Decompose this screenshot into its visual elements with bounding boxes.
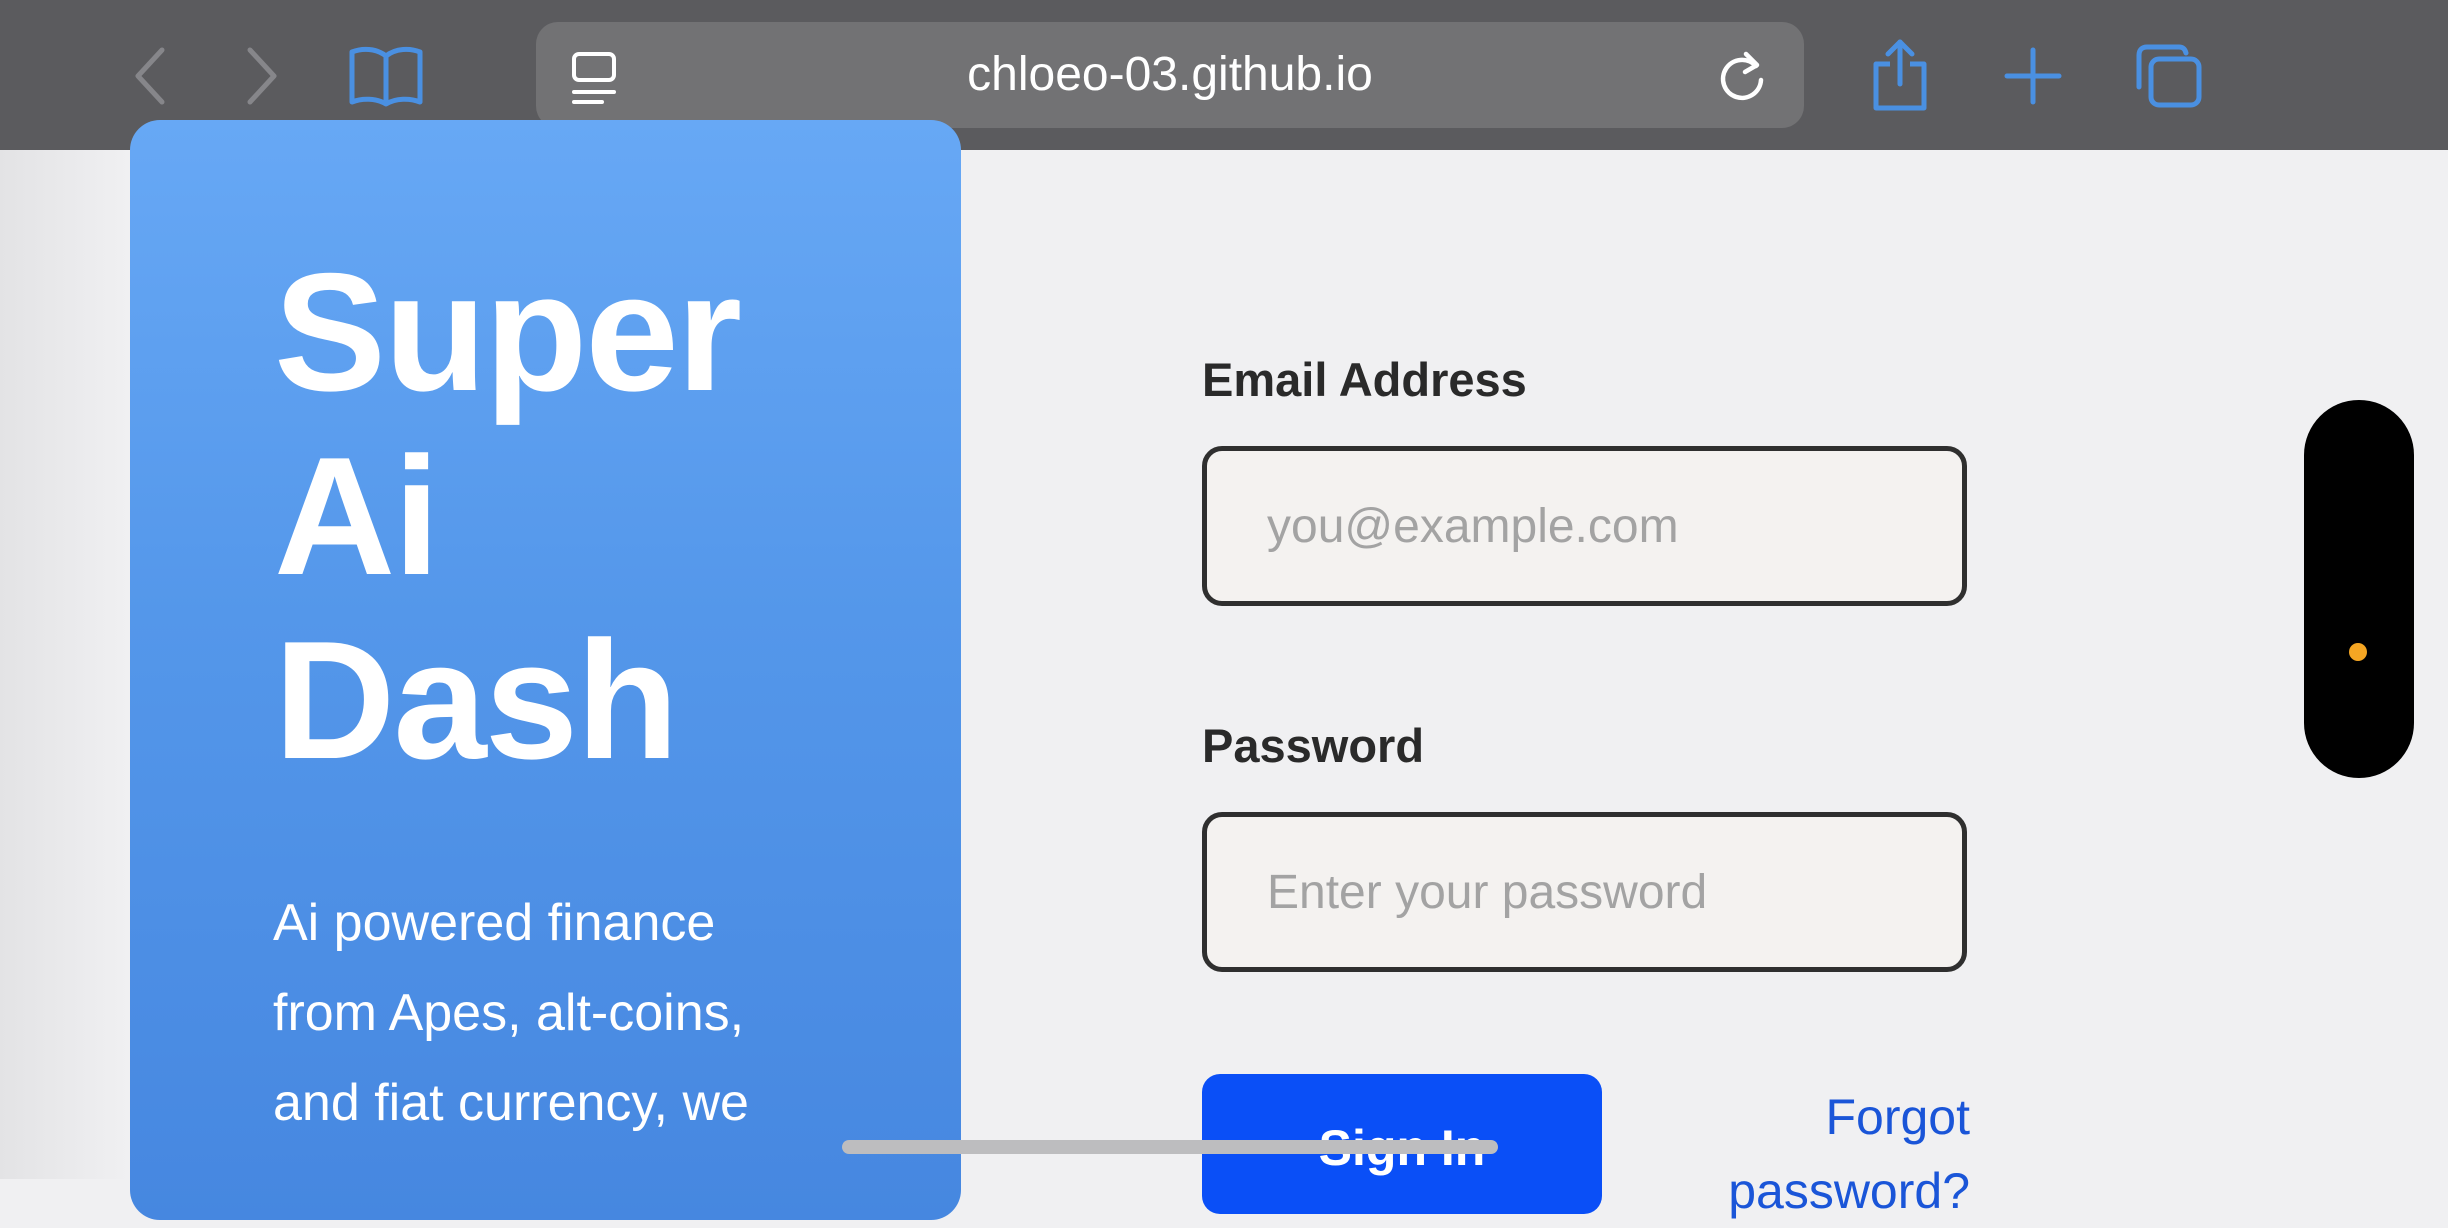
email-field[interactable] bbox=[1202, 446, 1967, 606]
chevron-right-icon bbox=[247, 47, 277, 105]
password-field[interactable] bbox=[1202, 812, 1967, 972]
password-label: Password bbox=[1202, 719, 1425, 772]
back-button[interactable] bbox=[110, 36, 190, 116]
home-indicator[interactable] bbox=[842, 1140, 1498, 1154]
hero-title-line: Ai bbox=[274, 422, 440, 610]
page-edge-shadow bbox=[0, 150, 130, 1179]
url-text: chloeo-03.github.io bbox=[967, 48, 1373, 101]
hero-title: Super Ai Dash bbox=[274, 240, 874, 792]
bookmarks-button[interactable] bbox=[346, 36, 426, 116]
address-bar[interactable]: chloeo-03.github.io bbox=[536, 22, 1804, 128]
tabs-icon bbox=[2136, 44, 2202, 108]
email-label: Email Address bbox=[1202, 353, 1527, 406]
hero-description: Ai powered finance from Apes, alt-coins,… bbox=[273, 894, 749, 1132]
hero-title-line: Super bbox=[274, 238, 742, 426]
hero-title-line: Dash bbox=[274, 606, 679, 794]
forgot-password-link[interactable]: Forgot password? bbox=[1700, 1080, 1970, 1228]
plus-icon bbox=[2004, 47, 2062, 105]
book-icon bbox=[349, 46, 423, 107]
chevron-left-icon bbox=[135, 47, 165, 105]
share-icon bbox=[1873, 39, 1927, 111]
side-handle[interactable] bbox=[2304, 400, 2414, 778]
share-button[interactable] bbox=[1860, 36, 1940, 116]
hero-card: Super Ai Dash Ai powered finance from Ap… bbox=[130, 120, 961, 1220]
tabs-overview-button[interactable] bbox=[2128, 36, 2208, 116]
reload-icon[interactable] bbox=[1716, 48, 1768, 104]
forward-button[interactable] bbox=[222, 36, 302, 116]
status-dot bbox=[2349, 643, 2367, 661]
new-tab-button[interactable] bbox=[1993, 36, 2073, 116]
